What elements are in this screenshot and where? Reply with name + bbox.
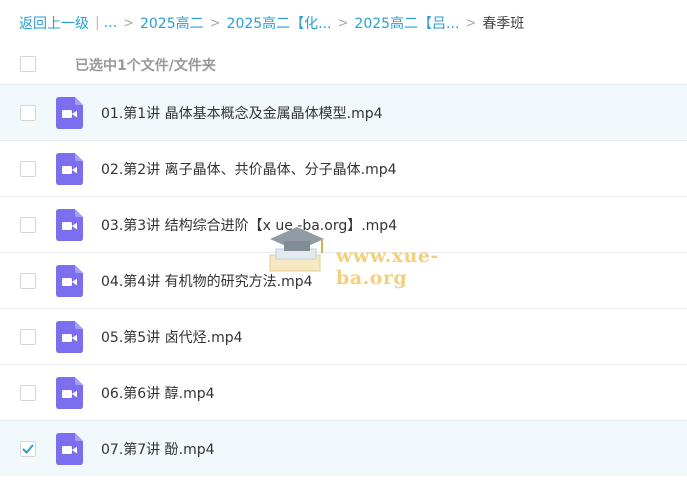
file-row[interactable]: 02.第2讲 离子晶体、共价晶体、分子晶体.mp4 [0,140,687,196]
file-row[interactable]: 06.第6讲 醇.mp4 [0,364,687,420]
file-checkbox[interactable] [20,273,36,289]
breadcrumb-separator: > [465,15,477,31]
file-row[interactable]: 03.第3讲 结构综合进阶【x ue -ba.org】.mp4 [0,196,687,252]
file-checkbox[interactable] [20,441,36,457]
breadcrumb-item[interactable]: 2025高二 [140,13,204,33]
video-file-icon [56,321,83,353]
video-file-icon [56,377,83,409]
file-checkbox[interactable] [20,385,36,401]
video-file-icon [56,153,83,185]
file-list: 01.第1讲 晶体基本概念及金属晶体模型.mp4 02.第2讲 离子晶体、共价晶体… [0,84,687,476]
breadcrumb-separator: > [209,15,221,31]
file-row[interactable]: 07.第7讲 酚.mp4 [0,420,687,476]
video-file-icon [56,97,83,129]
file-checkbox[interactable] [20,161,36,177]
file-checkbox[interactable] [20,329,36,345]
breadcrumb-item[interactable]: 2025高二【化... [227,13,332,33]
breadcrumb-separator: > [123,15,134,31]
checkmark-icon [22,444,34,454]
breadcrumb-current: 春季班 [482,16,525,32]
video-file-icon [56,209,83,241]
breadcrumb-divider: | [95,15,100,31]
video-file-icon [56,265,83,297]
file-row[interactable]: 01.第1讲 晶体基本概念及金属晶体模型.mp4 [0,84,687,140]
select-all-bar: 已选中1个文件/文件夹 [0,46,687,84]
breadcrumb-item[interactable]: 2025高二【吕... [354,13,459,33]
file-row[interactable]: 04.第4讲 有机物的研究方法.mp4 [0,252,687,308]
file-checkbox[interactable] [20,105,36,121]
file-name[interactable]: 07.第7讲 酚.mp4 [101,439,215,459]
file-name[interactable]: 01.第1讲 晶体基本概念及金属晶体模型.mp4 [101,103,383,123]
file-name[interactable]: 03.第3讲 结构综合进阶【x ue -ba.org】.mp4 [101,215,397,235]
breadcrumb-separator: > [337,15,349,31]
file-row[interactable]: 05.第5讲 卤代烃.mp4 [0,308,687,364]
breadcrumb: 返回上一级 | ... > 2025高二 > 2025高二【化... > 202… [19,12,524,34]
file-name[interactable]: 05.第5讲 卤代烃.mp4 [101,327,243,347]
back-link[interactable]: 返回上一级 [19,13,89,33]
file-name[interactable]: 04.第4讲 有机物的研究方法.mp4 [101,271,313,291]
file-name[interactable]: 02.第2讲 离子晶体、共价晶体、分子晶体.mp4 [101,159,397,179]
file-name[interactable]: 06.第6讲 醇.mp4 [101,383,215,403]
selection-count-label: 已选中1个文件/文件夹 [75,58,216,74]
file-checkbox[interactable] [20,217,36,233]
breadcrumb-ellipsis[interactable]: ... [104,15,117,31]
select-all-checkbox[interactable] [20,56,36,72]
video-file-icon [56,433,83,465]
